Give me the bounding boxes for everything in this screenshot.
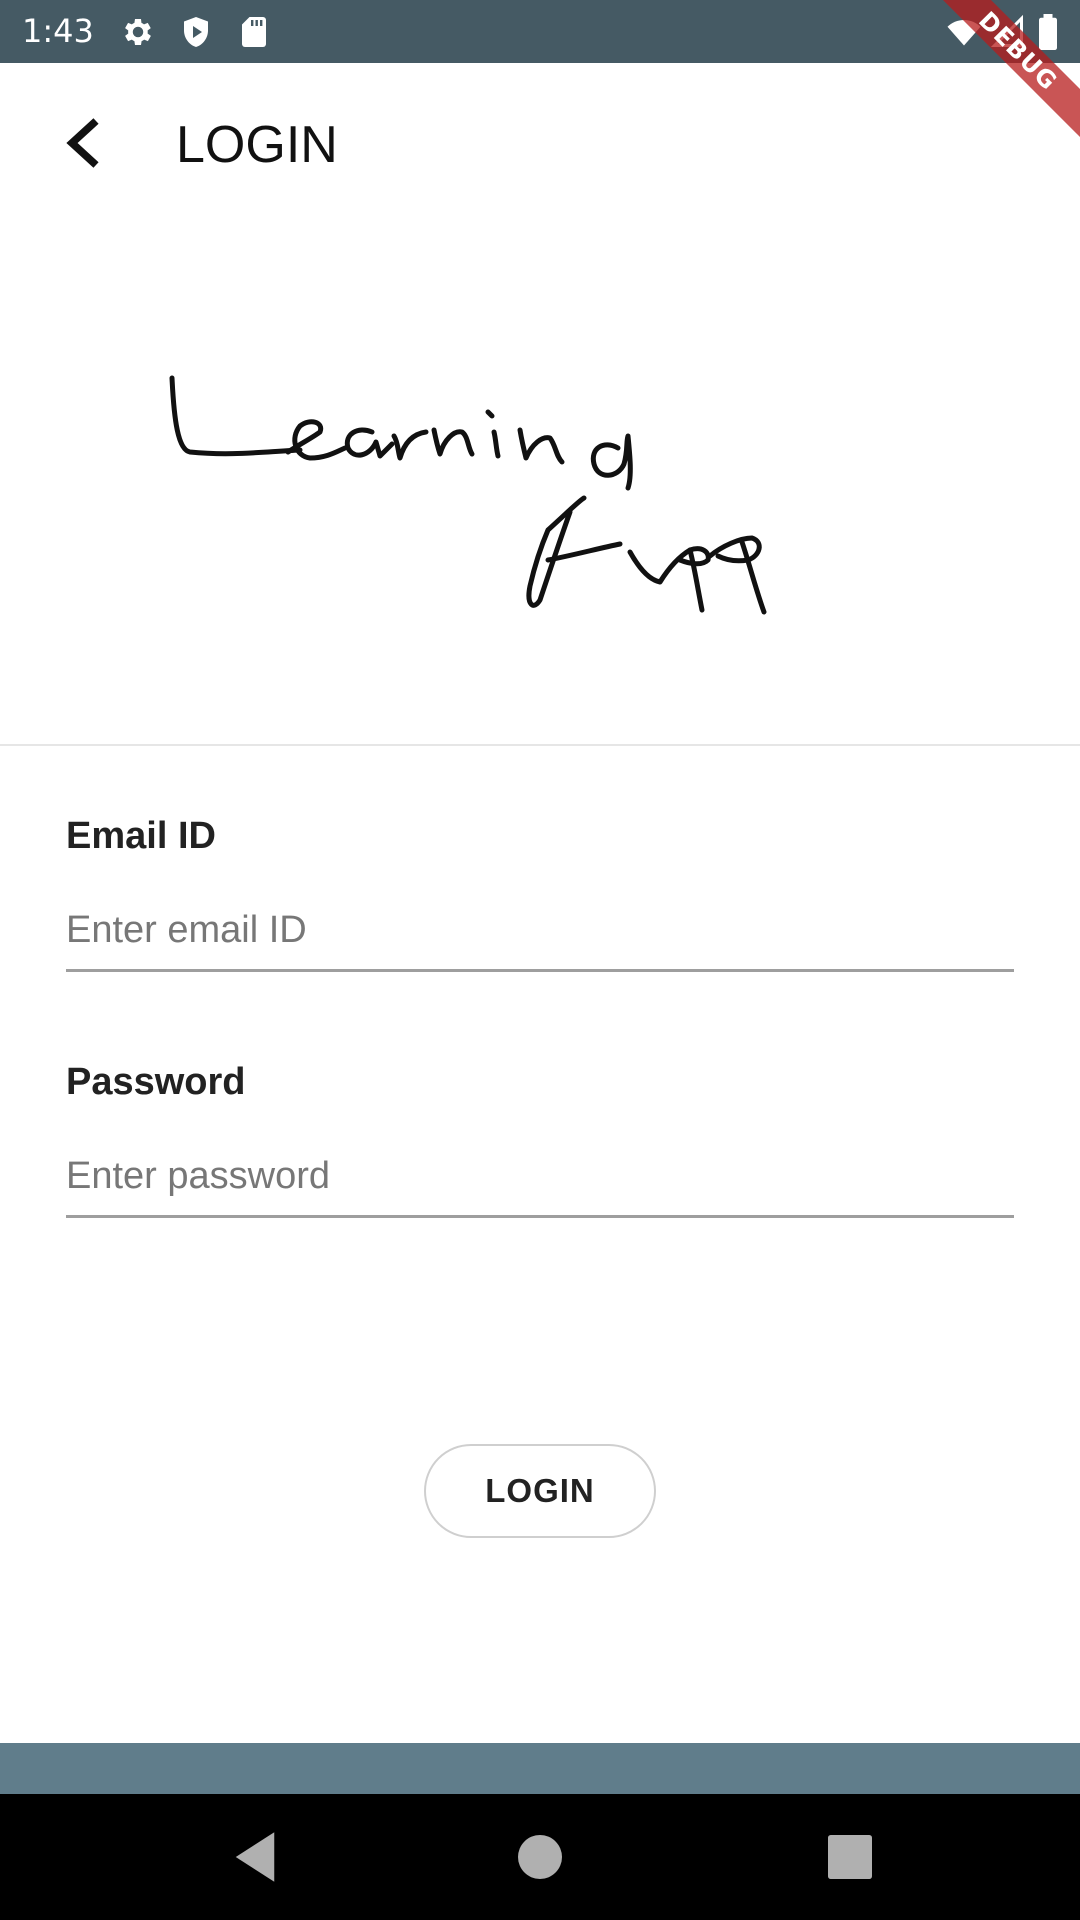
status-bar: 1:43 [0,0,1080,63]
password-label: Password [66,1061,246,1103]
password-field[interactable] [66,1138,1014,1218]
email-label: Email ID [66,815,216,857]
home-circle-icon [518,1835,562,1879]
system-nav-bar [0,1794,1080,1920]
chevron-left-icon [66,118,99,168]
bottom-strip [0,1743,1080,1794]
status-time: 1:43 [22,12,94,50]
logo-divider [0,744,1080,746]
app-logo [150,360,930,630]
recents-square-icon [828,1835,872,1879]
login-button[interactable]: LOGIN [424,1444,656,1538]
gear-icon [120,14,156,50]
nav-back-button[interactable] [222,1824,288,1890]
debug-label: DEBUG [921,0,1080,148]
nav-home-button[interactable] [507,1824,573,1890]
back-triangle-icon [235,1832,275,1882]
page-title: LOGIN [176,116,338,174]
sd-card-icon [236,14,272,50]
shield-play-icon [178,14,214,50]
app-bar: LOGIN [0,63,1080,227]
back-button[interactable] [52,111,116,175]
email-field[interactable] [66,892,1014,972]
nav-recents-button[interactable] [817,1824,883,1890]
debug-banner: DEBUG [920,0,1080,160]
